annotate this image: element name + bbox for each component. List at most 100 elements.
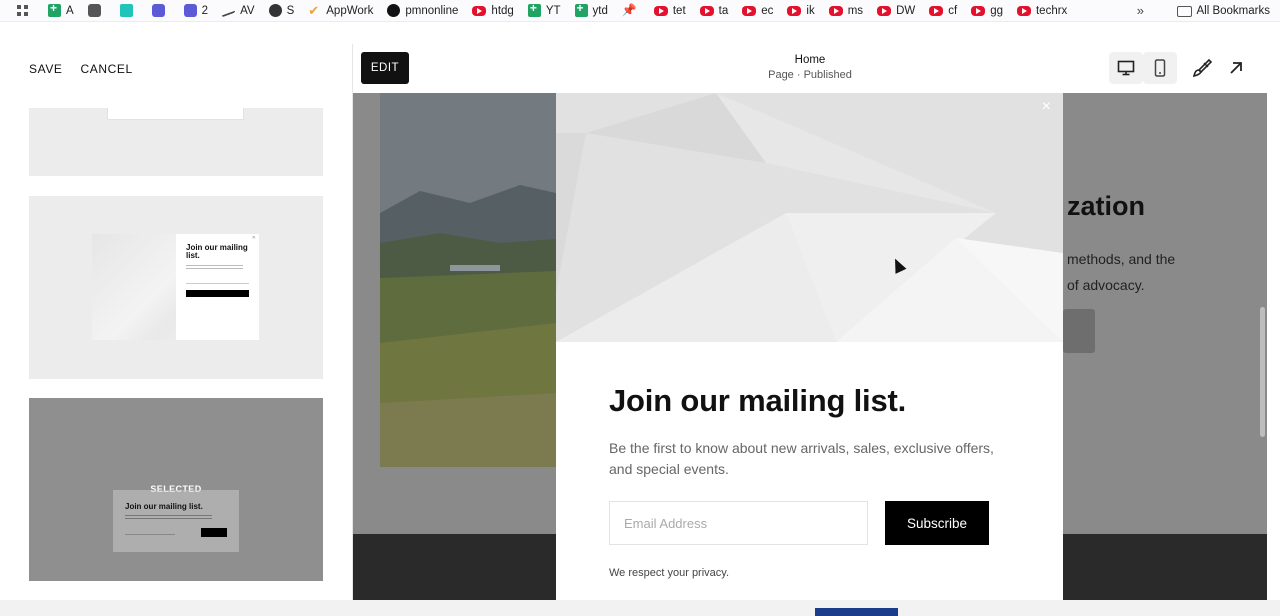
bookmark-item[interactable]: 📌 (622, 0, 640, 22)
bookmark-label: DW (896, 4, 916, 17)
bookmark-label: gg (990, 4, 1003, 17)
bookmark-item[interactable]: gg (971, 0, 1003, 22)
bookmark-label: 2 (201, 4, 209, 17)
thumbnail-input (125, 528, 175, 535)
landscape-photo (380, 93, 556, 467)
thumbnail-popup-preview: Join our mailing list. (113, 490, 239, 552)
popup-description: Be the first to know about new arrivals,… (609, 440, 994, 477)
paintbrush-icon (1192, 58, 1212, 78)
youtube-icon (877, 5, 892, 16)
email-field[interactable] (609, 501, 868, 545)
apps-grid-button[interactable] (16, 0, 34, 22)
bookmark-item[interactable]: techrx (1016, 0, 1068, 22)
site-text-fragment: methods, and the (1067, 251, 1176, 267)
trend-icon (222, 4, 236, 17)
bookmark-item[interactable]: S (268, 0, 295, 22)
site-button-fragment (1063, 309, 1095, 353)
youtube-icon (742, 5, 757, 16)
design-button[interactable] (1185, 52, 1219, 84)
bottom-strip (0, 600, 1280, 616)
bookmark-label: ik (806, 4, 815, 17)
popup-layout-panel: SAVE CANCEL ✕ Join our mailing list. SEL… (0, 22, 352, 616)
teal-app-icon (119, 4, 133, 17)
arrow-up-right-icon (1230, 62, 1242, 74)
view-controls (1109, 52, 1253, 84)
thumbnail-input (186, 278, 249, 284)
thumbnail-text-lines (125, 515, 212, 521)
bookmark-item[interactable]: cf (929, 0, 957, 22)
youtube-icon (828, 5, 843, 16)
sheets-icon (527, 1, 541, 17)
thumbnail-button (186, 290, 249, 297)
chat-icon (183, 4, 197, 17)
privacy-note: We respect your privacy. (609, 567, 730, 579)
open-external-button[interactable] (1219, 52, 1253, 84)
layout-thumbnail[interactable]: ✕ Join our mailing list. (29, 196, 323, 379)
bookmark-item[interactable]: ✔ AppWork (308, 0, 373, 22)
thumbnail-text-lines (186, 265, 243, 271)
save-button[interactable]: SAVE (29, 62, 63, 76)
layout-thumbnail[interactable] (29, 108, 323, 176)
bookmark-label: tet (672, 4, 686, 17)
thumbnail-popup-preview: ✕ Join our mailing list. (92, 234, 259, 340)
preview-header: EDIT Home Page · Published (353, 44, 1267, 93)
bookmark-label: techrx (1035, 4, 1068, 17)
globe-icon (268, 4, 282, 17)
bookmark-item[interactable]: ms (828, 0, 864, 22)
scrollbar[interactable] (1260, 307, 1265, 437)
youtube-icon (653, 5, 668, 16)
site-heading-fragment: zation (1067, 191, 1145, 221)
panel-actions: SAVE CANCEL (29, 62, 133, 76)
popup-title: Join our mailing list. (609, 383, 907, 418)
bookmark-label: htdg (491, 4, 514, 17)
bookmarks-bar: A 2 AV S ✔AppWork pmnonline htdg YT ytd … (0, 0, 1280, 22)
thumbnail-title: Join our mailing list. (125, 502, 203, 511)
apps-grid-icon (16, 4, 29, 17)
mobile-view-button[interactable] (1143, 52, 1177, 84)
bookmark-item[interactable]: ta (699, 0, 729, 22)
subscribe-button[interactable]: Subscribe (885, 501, 989, 545)
youtube-icon (472, 5, 487, 16)
youtube-icon (971, 5, 986, 16)
close-popup-button[interactable]: × (1042, 98, 1051, 116)
all-bookmarks-button[interactable]: All Bookmarks (1176, 0, 1270, 22)
thumbnail-bar-preview (107, 108, 244, 120)
desktop-icon (1117, 60, 1135, 76)
bookmark-item[interactable]: YT (527, 0, 561, 22)
popup-background-art: × (556, 93, 1063, 342)
bookmark-label: pmnonline (405, 4, 459, 17)
bookmark-item[interactable] (119, 0, 138, 22)
bookmark-item[interactable]: 2 (183, 0, 209, 22)
bookmark-item[interactable] (151, 0, 170, 22)
bookmark-item[interactable]: DW (877, 0, 915, 22)
layout-thumbnail-selected[interactable]: SELECTED Join our mailing list. (29, 398, 323, 581)
bookmark-label: AppWork (326, 4, 374, 17)
youtube-icon (787, 5, 802, 16)
landscape-illustration (380, 93, 556, 467)
mailing-list-popup: × Join our mailing list. Be the first to… (556, 93, 1063, 600)
sheets-icon (574, 1, 588, 17)
thumbnail-button (201, 528, 227, 537)
bookmark-label: ms (847, 4, 864, 17)
bookmark-item[interactable]: AV (222, 0, 255, 22)
sheets-icon (48, 1, 61, 17)
bookmark-item[interactable]: ik (787, 0, 815, 22)
bookmark-item[interactable]: ec (742, 0, 773, 22)
bookmark-label: S (286, 4, 295, 17)
youtube-icon (699, 5, 714, 16)
cancel-button[interactable]: CANCEL (81, 62, 133, 76)
desktop-view-button[interactable] (1109, 52, 1143, 84)
bookmark-item[interactable] (87, 0, 106, 22)
bookmark-item[interactable]: pmnonline (387, 0, 458, 22)
bookmark-item[interactable]: ytd (574, 0, 608, 22)
bookmark-item[interactable]: tet (653, 0, 686, 22)
more-bookmarks-button[interactable]: » (1137, 3, 1144, 18)
bookmark-label: ta (718, 4, 729, 17)
site-canvas-overlay: zation methods, and the of advocacy. × J… (353, 93, 1267, 600)
bookmark-label: A (66, 4, 74, 17)
pin-icon: 📌 (621, 3, 637, 17)
thumbnail-popup-content: ✕ Join our mailing list. (176, 234, 259, 340)
bookmark-label: cf (948, 4, 958, 17)
bookmark-item[interactable]: A (48, 0, 74, 22)
bookmark-item[interactable]: htdg (472, 0, 514, 22)
